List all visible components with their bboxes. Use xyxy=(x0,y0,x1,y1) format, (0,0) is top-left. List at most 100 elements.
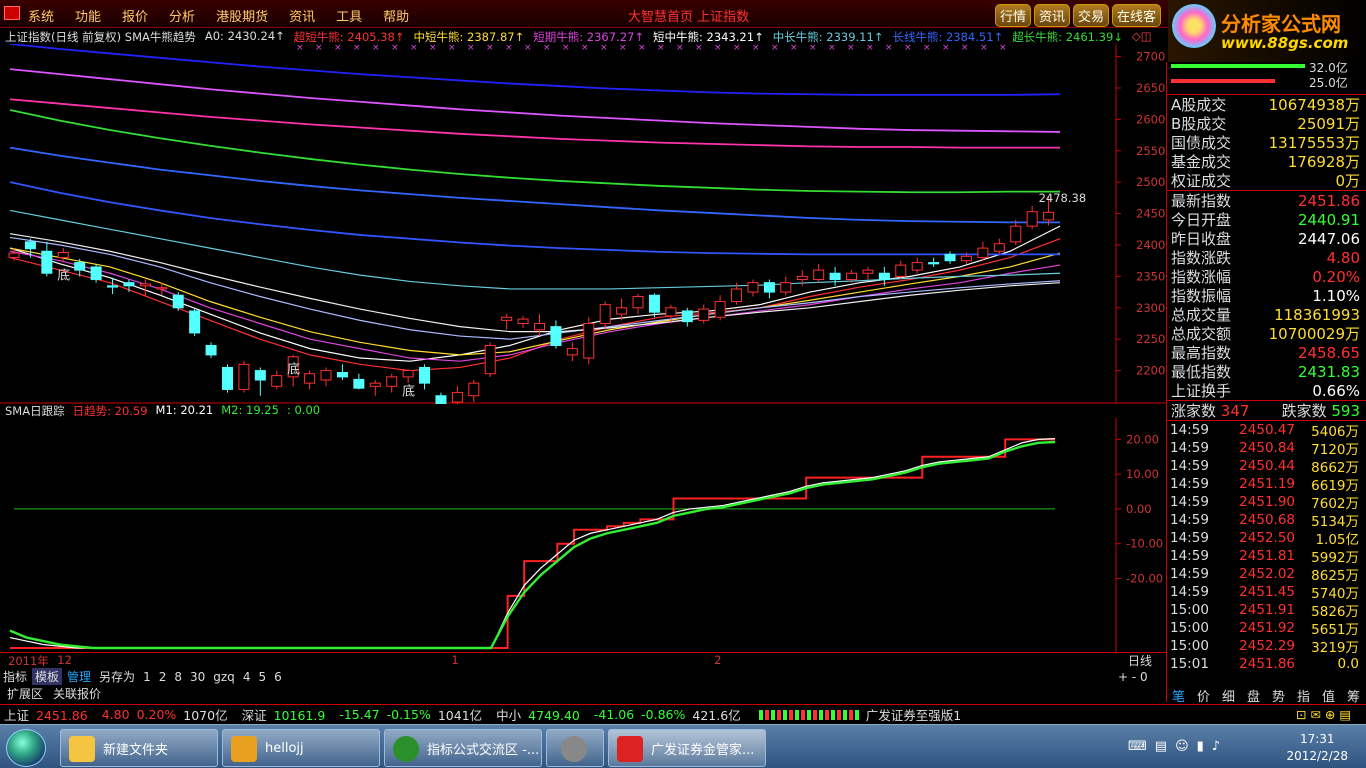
tab-price[interactable]: 价 xyxy=(1197,686,1210,705)
quote-row: 今日开盘 2440.91 xyxy=(1167,210,1366,230)
signal-icon[interactable]: ▮ xyxy=(1197,739,1204,754)
status-sz[interactable]: 深证 10161.9 xyxy=(242,705,333,724)
tab-1[interactable]: 1 xyxy=(140,670,154,684)
candle-body xyxy=(534,322,545,331)
zoom-controls[interactable]: + - 0 xyxy=(1118,670,1148,684)
qq-icon[interactable]: ☺ xyxy=(1175,739,1189,754)
ticker-text[interactable]: 广发证券至强版1 xyxy=(866,705,961,724)
indicator-line-2 xyxy=(9,440,1056,650)
task-forum[interactable]: 指标公式交流区 -... xyxy=(384,729,542,767)
clock-time: 17:31 xyxy=(1299,732,1335,746)
volume-icon[interactable]: ♪ xyxy=(1212,739,1220,754)
legend-icons[interactable]: ◇◫ xyxy=(1132,29,1152,43)
tab-trades[interactable]: 笔 xyxy=(1172,686,1185,705)
advance-decline-row: 涨家数 347 跌家数 593 xyxy=(1167,400,1366,421)
tab-5[interactable]: 5 xyxy=(255,670,269,684)
task-gf-securities[interactable]: 广发证券金管家... xyxy=(608,729,766,767)
tab-30[interactable]: 30 xyxy=(187,670,208,684)
clock[interactable]: 17:31 2012/2/28 xyxy=(1286,731,1348,765)
candle-body xyxy=(960,255,972,262)
tab-2[interactable]: 2 xyxy=(156,670,170,684)
tab-template[interactable]: 模板 xyxy=(32,668,63,685)
tab-indicator[interactable]: 指标 xyxy=(0,668,30,685)
signal-marker: × xyxy=(315,44,323,53)
candle-body xyxy=(336,371,348,378)
tab-gzq[interactable]: gzq xyxy=(210,670,238,684)
menu-analysis[interactable]: 分析 xyxy=(169,6,195,25)
row-label: 基金成交 xyxy=(1171,153,1232,171)
bottom-marker: 底 xyxy=(287,362,300,378)
main-chart-legend: 上证指数(日线 前复权) SMA牛熊趋势 A0: 2430.24↑ 超短牛熊: … xyxy=(5,29,1152,44)
candlestick-chart[interactable]: 2700 2650 2600 2550 2500 2450 2400 2350 2300 2250… xyxy=(0,44,1166,404)
task-hellojj[interactable]: hellojj xyxy=(222,729,380,767)
online-service-button[interactable]: 在线客 xyxy=(1112,4,1162,27)
y-tick-label: -10.00 xyxy=(1126,537,1163,551)
tick-vl: 1.05亿 xyxy=(1315,532,1359,548)
legend-stock: 上证指数(日线 前复权) SMA牛熊趋势 xyxy=(5,30,196,44)
info-button[interactable]: 资讯 xyxy=(1034,4,1071,27)
candle-body xyxy=(665,307,677,317)
signal-marker: × xyxy=(999,44,1007,53)
tab-8[interactable]: 8 xyxy=(171,670,185,684)
signal-marker: × xyxy=(410,44,418,53)
candle-body xyxy=(977,247,989,259)
candle-body xyxy=(928,262,940,265)
tab-6[interactable]: 6 xyxy=(271,670,285,684)
candle-body xyxy=(796,275,808,281)
clock-date: 2012/2/28 xyxy=(1286,749,1348,763)
y-tick-label: 2400 xyxy=(1136,238,1165,252)
tab-value[interactable]: 值 xyxy=(1322,686,1335,705)
quote-label: 总成交额 xyxy=(1171,325,1232,343)
quote-value: 2458.65 xyxy=(1297,343,1360,362)
candle-body xyxy=(435,395,447,404)
tab-related-quote[interactable]: 关联报价 xyxy=(53,685,101,702)
tab-index[interactable]: 指 xyxy=(1297,686,1310,705)
indicator-chart[interactable]: 20.00 10.00 0.00 -10.00 -20.00 xyxy=(0,418,1166,654)
tick-row: 15:00 2452.29 3219万 xyxy=(1167,637,1366,656)
candle-body xyxy=(1026,211,1038,227)
candle-body xyxy=(353,378,365,389)
y-tick-label: 2350 xyxy=(1136,269,1165,283)
tab-manage[interactable]: 管理 xyxy=(64,668,94,685)
tab-board[interactable]: 盘 xyxy=(1247,686,1260,705)
tab-chips[interactable]: 筹 xyxy=(1347,686,1360,705)
tab-4[interactable]: 4 xyxy=(240,670,254,684)
task-media[interactable] xyxy=(546,729,604,767)
tab-extension[interactable]: 扩展区 xyxy=(7,685,43,702)
signal-marker: × xyxy=(334,44,342,53)
quote-button[interactable]: 行情 xyxy=(995,4,1032,27)
tick-list[interactable]: 14:59 2450.47 5406万 14:59 2450.84 7120万 14:59 2… xyxy=(1167,421,1366,673)
signal-marker: × xyxy=(942,44,950,53)
task-new-folder[interactable]: 新建文件夹 xyxy=(60,729,218,767)
menu-system[interactable]: 系统 xyxy=(28,6,54,25)
quote-value: 1.10% xyxy=(1312,286,1360,305)
menu-help[interactable]: 帮助 xyxy=(383,6,409,25)
row-value: 25091万 xyxy=(1297,115,1360,133)
candle-body xyxy=(517,318,529,324)
menu-hk-futures[interactable]: 港股期货 xyxy=(216,6,268,25)
sh-label: 上证 xyxy=(4,708,30,723)
period-label[interactable]: 日线 xyxy=(1128,652,1152,669)
system-tray[interactable]: ⌨ ▤ ☺ ▮ ♪ xyxy=(1128,739,1220,754)
tick-pr: 2451.45 xyxy=(1239,584,1295,600)
app-logo-icon[interactable] xyxy=(4,6,20,20)
tab-save-as[interactable]: 另存为 xyxy=(96,668,138,685)
menu-tools[interactable]: 工具 xyxy=(336,6,362,25)
candle-body xyxy=(583,322,595,359)
status-zx[interactable]: 中小 4749.40 xyxy=(496,705,587,724)
keyboard-icon[interactable]: ⌨ xyxy=(1128,739,1147,754)
tick-row: 14:59 2450.68 5134万 xyxy=(1167,511,1366,530)
tick-tm: 14:59 xyxy=(1170,548,1209,564)
tick-tm: 14:59 xyxy=(1170,530,1209,546)
ma-line-10 xyxy=(9,98,1060,149)
menu-quote[interactable]: 报价 xyxy=(122,6,148,25)
start-button[interactable] xyxy=(6,729,46,767)
menu-news[interactable]: 资讯 xyxy=(289,6,315,25)
tab-detail[interactable]: 细 xyxy=(1222,686,1235,705)
status-sh[interactable]: 上证 2451.86 xyxy=(4,705,95,724)
tab-trend[interactable]: 势 xyxy=(1272,686,1285,705)
network-icon[interactable]: ▤ xyxy=(1155,739,1167,754)
status-tray-icons[interactable]: ⊡ ✉ ⊕ ▤ xyxy=(1296,707,1351,722)
trade-button[interactable]: 交易 xyxy=(1073,4,1110,27)
menu-function[interactable]: 功能 xyxy=(75,6,101,25)
